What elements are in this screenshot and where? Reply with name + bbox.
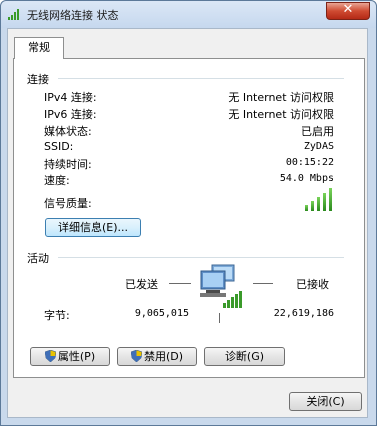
activity-divider — [219, 313, 220, 323]
activity-group-title: 活动 — [27, 252, 49, 265]
media-state-value: 已启用 — [301, 125, 334, 138]
bytes-label: 字节: — [44, 309, 70, 322]
duration-label: 持续时间: — [44, 158, 92, 171]
received-line — [253, 283, 273, 284]
disable-button-label: 禁用(D) — [143, 350, 184, 363]
properties-button[interactable]: 属性(P) — [30, 347, 110, 366]
speed-value: 54.0 Mbps — [279, 173, 334, 184]
close-window-button[interactable]: ✕ — [326, 2, 370, 20]
properties-button-label: 属性(P) — [57, 350, 96, 363]
ssid-value: ZyDAS — [303, 141, 334, 152]
disable-button[interactable]: 禁用(D) — [117, 347, 197, 366]
bytes-received-value: 22,619,186 — [273, 308, 334, 319]
diagnose-button[interactable]: 诊断(G) — [204, 347, 285, 366]
connection-group-title: 连接 — [27, 73, 49, 86]
details-button[interactable]: 详细信息(E)... — [45, 218, 141, 237]
speed-label: 速度: — [44, 174, 70, 187]
close-button[interactable]: 关闭(C) — [289, 392, 362, 411]
ipv6-value: 无 Internet 访问权限 — [228, 108, 334, 121]
wireless-signal-icon — [8, 9, 19, 20]
sent-line — [169, 283, 191, 284]
received-label: 已接收 — [296, 278, 329, 291]
sent-label: 已发送 — [125, 278, 158, 291]
media-state-label: 媒体状态: — [44, 125, 92, 138]
duration-value: 00:15:22 — [285, 157, 334, 168]
signal-quality-icon — [305, 188, 335, 211]
uac-shield-icon — [44, 350, 56, 362]
network-computers-icon — [200, 264, 242, 308]
bytes-sent-value: 9,065,015 — [134, 308, 189, 319]
uac-shield-icon — [130, 350, 142, 362]
close-icon: ✕ — [342, 2, 354, 17]
title-bar[interactable]: 无线网络连接 状态 ✕ — [1, 1, 376, 28]
ipv6-label: IPv6 连接: — [44, 108, 97, 121]
ssid-label: SSID: — [44, 140, 74, 153]
activity-group-divider — [58, 257, 344, 258]
signal-quality-label: 信号质量: — [44, 197, 92, 210]
ipv4-value: 无 Internet 访问权限 — [228, 91, 334, 104]
tab-general-label: 常规 — [28, 41, 50, 54]
ipv4-label: IPv4 连接: — [44, 91, 97, 104]
tab-general[interactable]: 常规 — [14, 37, 64, 59]
window-title: 无线网络连接 状态 — [27, 9, 119, 22]
connection-group-divider — [58, 78, 344, 79]
